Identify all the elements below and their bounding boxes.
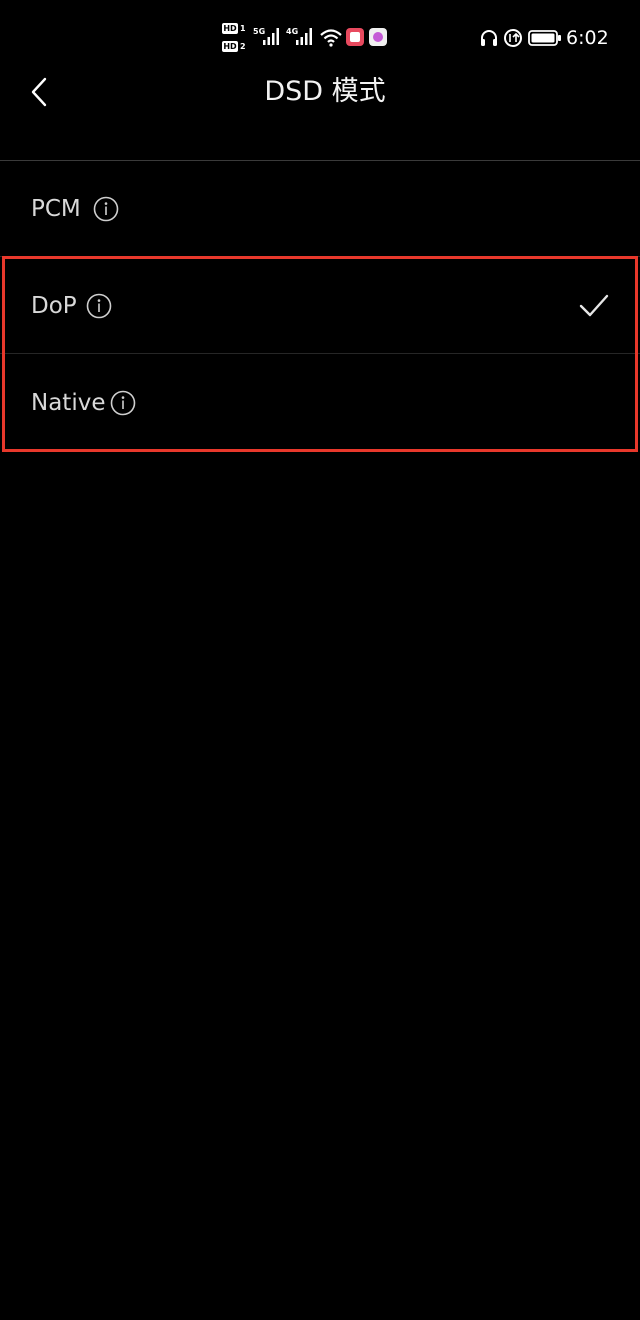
- row-divider: [0, 256, 640, 257]
- app-bar: DSD 模式: [0, 76, 640, 160]
- info-icon[interactable]: [110, 390, 136, 416]
- wifi-icon: [320, 29, 342, 47]
- data-saver-icon: [504, 29, 522, 47]
- option-row-pcm[interactable]: PCM: [0, 161, 640, 257]
- page-title: DSD 模式: [264, 76, 386, 107]
- app-notification-icon: [346, 28, 364, 46]
- option-label: Native: [31, 390, 106, 416]
- app-notification-icon: [369, 28, 387, 46]
- headphones-icon: [481, 30, 497, 46]
- hd-2-number: 2: [240, 42, 246, 51]
- signal-icon: [263, 28, 279, 45]
- option-row-dop[interactable]: DoP: [0, 258, 640, 354]
- battery-icon: [528, 30, 561, 46]
- checkmark-icon: [579, 294, 609, 317]
- info-icon[interactable]: [86, 293, 112, 319]
- hd-1-label: HD: [222, 23, 238, 34]
- row-divider: [0, 353, 640, 354]
- hd-voice-2-indicator: HD 2: [222, 41, 248, 52]
- signal-icon: [296, 28, 312, 45]
- hd-voice-1-indicator: HD 1: [222, 23, 248, 34]
- status-bar: HD 1 HD 2 5G 4G 6:02: [0, 0, 640, 76]
- info-icon[interactable]: [93, 196, 119, 222]
- option-label: DoP: [31, 293, 77, 319]
- clock: 6:02: [566, 27, 609, 49]
- hd-1-number: 1: [240, 24, 246, 33]
- option-row-native[interactable]: Native: [0, 355, 640, 451]
- option-label: PCM: [31, 196, 81, 222]
- hd-2-label: HD: [222, 41, 238, 52]
